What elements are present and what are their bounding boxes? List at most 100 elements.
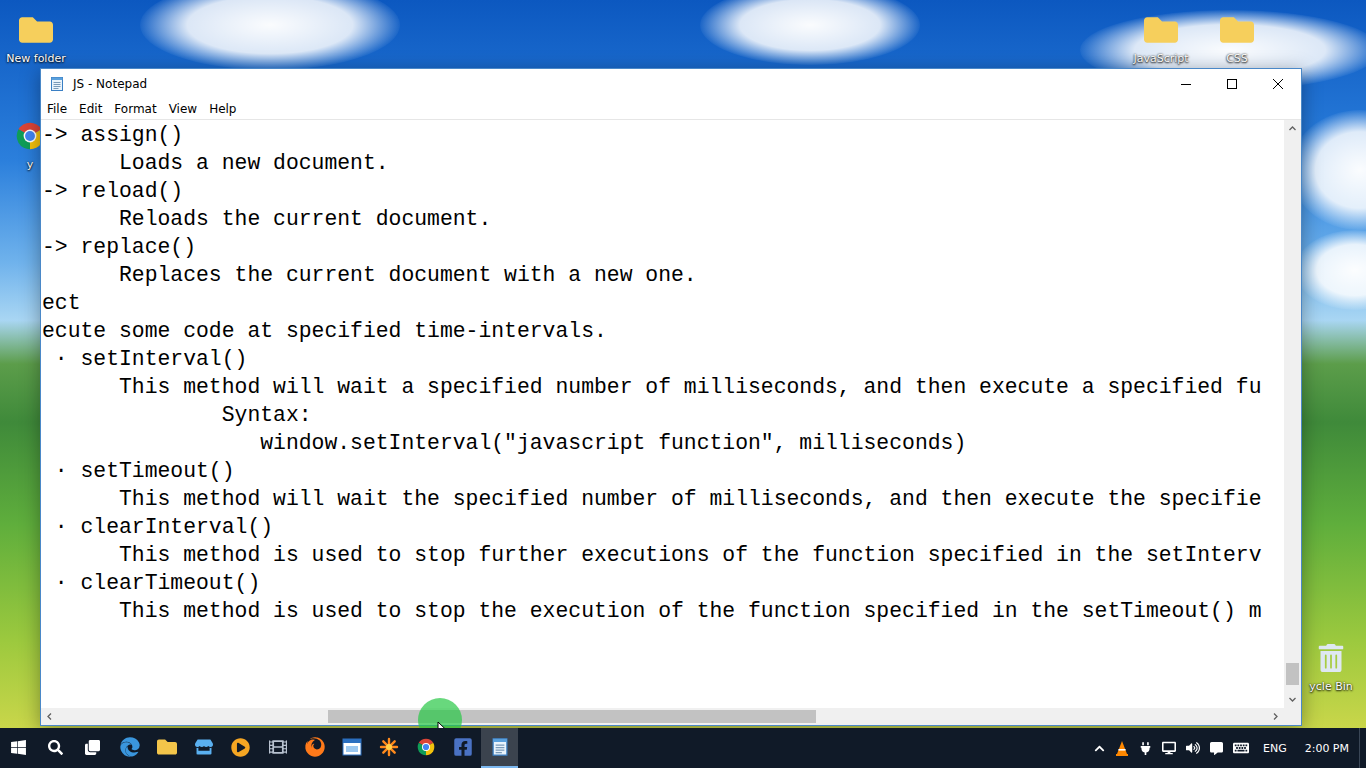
text-line: window.setInterval("javascript function"… bbox=[42, 429, 1284, 457]
maximize-button[interactable] bbox=[1209, 69, 1255, 99]
scroll-up-button[interactable] bbox=[1284, 120, 1301, 137]
folder-icon bbox=[157, 737, 177, 757]
taskbar-button[interactable] bbox=[222, 728, 259, 768]
text-line: Replaces the current document with a new… bbox=[42, 261, 1284, 289]
text-line: This method will wait a specified number… bbox=[42, 373, 1284, 401]
title-bar[interactable]: JS - Notepad bbox=[41, 69, 1301, 99]
text-line: -> replace() bbox=[42, 233, 1284, 261]
notification-icon bbox=[1210, 742, 1223, 755]
store-icon bbox=[195, 738, 213, 756]
scroll-track[interactable] bbox=[58, 708, 1267, 725]
taskbar-button[interactable] bbox=[481, 728, 518, 768]
text-line: · clearTimeout() bbox=[42, 569, 1284, 597]
menu-item[interactable]: View bbox=[163, 99, 203, 119]
scroll-down-button[interactable] bbox=[1284, 691, 1301, 708]
vertical-scrollbar[interactable] bbox=[1284, 120, 1301, 708]
taskbar-button[interactable] bbox=[111, 728, 148, 768]
taskbar-button[interactable] bbox=[148, 728, 185, 768]
taskbar-button[interactable] bbox=[259, 728, 296, 768]
taskbar-button[interactable] bbox=[333, 728, 370, 768]
taskbar-button[interactable] bbox=[37, 728, 74, 768]
taskbar-button[interactable] bbox=[407, 728, 444, 768]
taskbar: ENG 2:00 PM bbox=[0, 728, 1366, 768]
desktop-icon-glyph bbox=[1143, 12, 1179, 48]
scroll-right-button[interactable] bbox=[1267, 708, 1284, 725]
task-view-icon bbox=[85, 740, 100, 755]
window-title: JS - Notepad bbox=[73, 77, 147, 91]
taskbar-button[interactable] bbox=[185, 728, 222, 768]
tray-item[interactable] bbox=[1210, 742, 1223, 755]
chrome-icon bbox=[416, 737, 436, 757]
folder-icon bbox=[19, 13, 53, 47]
firefox-icon bbox=[305, 737, 325, 757]
taskbar-button[interactable] bbox=[0, 728, 37, 768]
desktop-area: New folderJavaScriptCSSyycle BinJS - Not… bbox=[0, 0, 1366, 728]
recycle-bin-icon bbox=[1317, 644, 1345, 672]
notepad-icon bbox=[490, 737, 510, 757]
system-tray: ENG 2:00 PM bbox=[1094, 728, 1359, 768]
notepad-window[interactable]: JS - NotepadFileEditFormatViewHelp-> ass… bbox=[40, 68, 1302, 726]
desktop-icon-glyph bbox=[1313, 640, 1349, 676]
tray-item[interactable] bbox=[1186, 741, 1200, 755]
taskbar-button[interactable] bbox=[296, 728, 333, 768]
text-line: This method is used to stop the executio… bbox=[42, 597, 1284, 625]
taskbar-button[interactable] bbox=[74, 728, 111, 768]
show-desktop-button[interactable] bbox=[1359, 728, 1366, 768]
minimize-button[interactable] bbox=[1163, 69, 1209, 99]
scroll-track[interactable] bbox=[1284, 137, 1301, 691]
chevron-up-icon bbox=[1094, 743, 1105, 754]
desktop-icon[interactable]: JavaScript bbox=[1125, 12, 1197, 65]
tray-item[interactable] bbox=[1094, 743, 1105, 754]
cloud bbox=[700, 0, 920, 65]
text-line: · setInterval() bbox=[42, 345, 1284, 373]
tray-item[interactable] bbox=[1115, 740, 1129, 756]
menu-item[interactable]: Format bbox=[108, 99, 162, 119]
vlc-icon bbox=[1115, 740, 1129, 756]
text-line: Loads a new document. bbox=[42, 149, 1284, 177]
text-line: -> assign() bbox=[42, 121, 1284, 149]
scroll-corner bbox=[1284, 708, 1301, 725]
tray-item[interactable] bbox=[1162, 741, 1176, 755]
volume-icon bbox=[1186, 741, 1200, 755]
menu-item[interactable]: Help bbox=[203, 99, 242, 119]
text-area[interactable]: -> assign() Loads a new document.-> relo… bbox=[41, 120, 1284, 708]
taskbar-button[interactable] bbox=[444, 728, 481, 768]
desktop-icon-label: New folder bbox=[6, 52, 65, 65]
menu-item[interactable]: Edit bbox=[73, 99, 108, 119]
chevron-up-icon bbox=[1288, 124, 1297, 133]
chevron-left-icon bbox=[45, 712, 54, 721]
language-indicator[interactable]: ENG bbox=[1259, 742, 1291, 755]
tray-item[interactable] bbox=[1233, 740, 1249, 756]
close-button[interactable] bbox=[1255, 69, 1301, 99]
desktop-icon-label: ycle Bin bbox=[1309, 680, 1352, 693]
cloud bbox=[1295, 230, 1366, 310]
cloud bbox=[140, 0, 400, 70]
scroll-left-button[interactable] bbox=[41, 708, 58, 725]
film-icon bbox=[269, 738, 287, 756]
taskbar-button[interactable] bbox=[370, 728, 407, 768]
clock[interactable]: 2:00 PM bbox=[1301, 742, 1353, 755]
desktop-icon-glyph bbox=[1219, 12, 1255, 48]
desktop-icon-label: CSS bbox=[1226, 52, 1248, 65]
scroll-thumb[interactable] bbox=[328, 710, 816, 723]
keyboard-icon bbox=[1233, 740, 1249, 756]
scroll-thumb[interactable] bbox=[1286, 663, 1299, 685]
menu-item[interactable]: File bbox=[41, 99, 73, 119]
desktop-icon-glyph bbox=[18, 12, 54, 48]
folder-icon bbox=[1220, 13, 1254, 47]
editor-body: -> assign() Loads a new document.-> relo… bbox=[41, 119, 1301, 708]
text-line: This method will wait the specified numb… bbox=[42, 485, 1284, 513]
tray-item[interactable] bbox=[1139, 742, 1152, 755]
text-line: ecute some code at specified time-interv… bbox=[42, 317, 1284, 345]
text-line: Reloads the current document. bbox=[42, 205, 1284, 233]
search-icon bbox=[48, 740, 63, 755]
edge-icon bbox=[120, 737, 140, 757]
chevron-down-icon bbox=[1288, 695, 1297, 704]
horizontal-scrollbar[interactable] bbox=[41, 708, 1284, 725]
desktop-icon[interactable]: ycle Bin bbox=[1304, 640, 1358, 693]
desktop-icon[interactable]: New folder bbox=[0, 12, 72, 65]
desktop-icon[interactable]: CSS bbox=[1201, 12, 1273, 65]
media-player-icon bbox=[231, 738, 250, 757]
bottom-row bbox=[41, 708, 1301, 725]
chevron-right-icon bbox=[1271, 712, 1280, 721]
